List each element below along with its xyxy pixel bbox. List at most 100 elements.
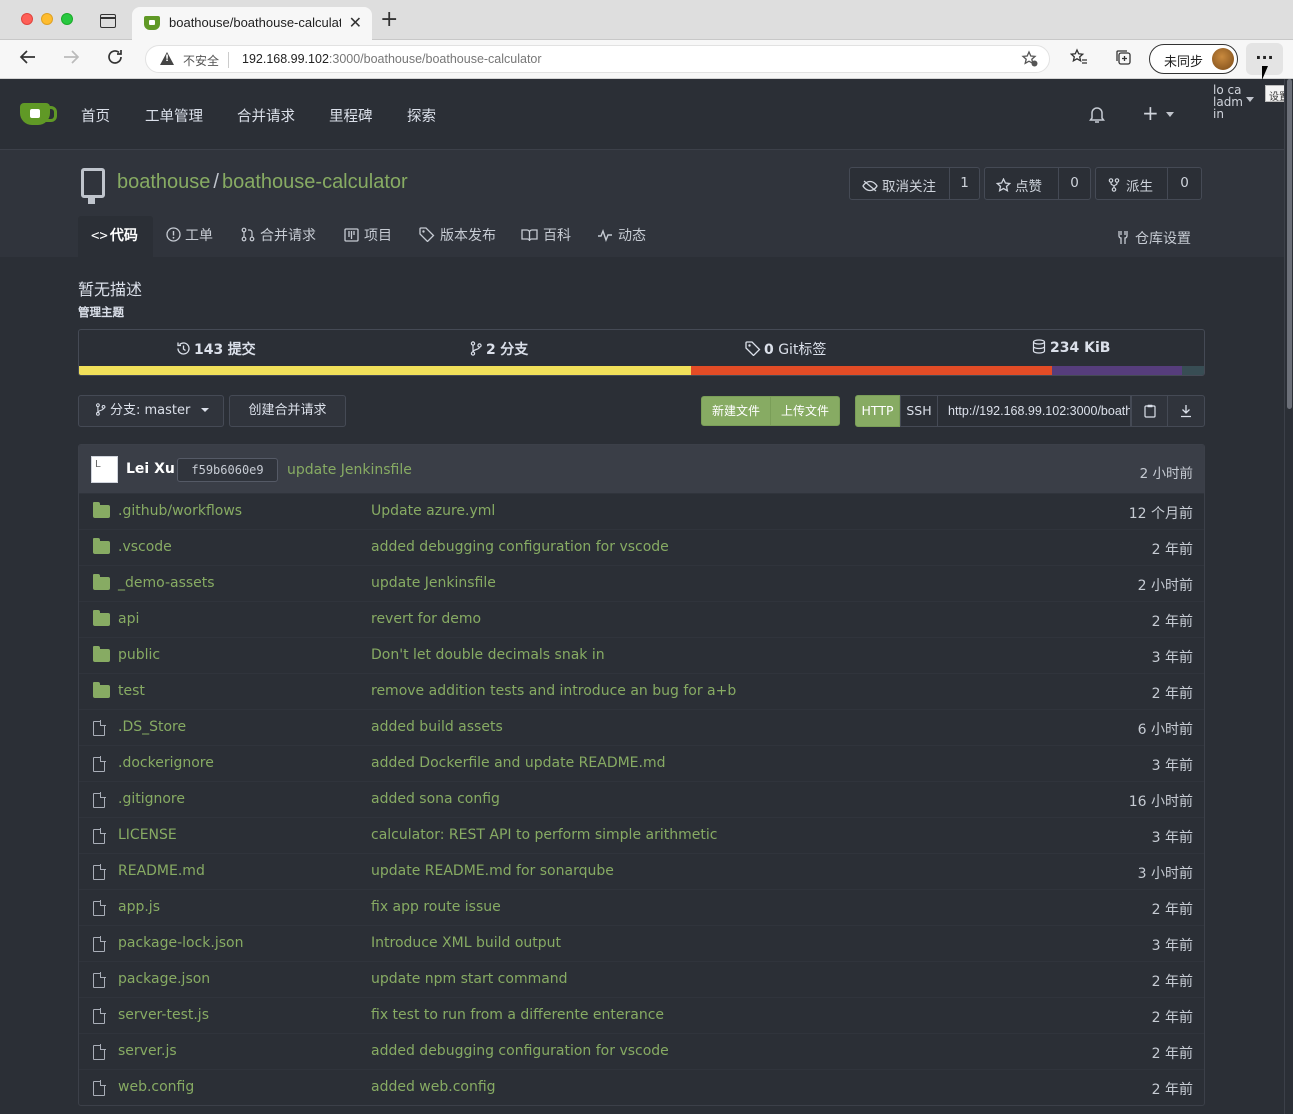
table-row[interactable]: package-lock.json Introduce XML build out…	[79, 925, 1204, 961]
file-commit-message-link[interactable]: fix test to run from a differente entera…	[371, 1007, 664, 1023]
table-row[interactable]: web.config added web.config 2 年前	[79, 1069, 1204, 1105]
commit-author-avatar[interactable]: L	[91, 456, 118, 483]
tab-projects[interactable]: 项目	[344, 216, 392, 257]
tab-code[interactable]: <> 代码	[78, 216, 153, 257]
url-text[interactable]: 192.168.99.102:3000/boathouse/boathouse-…	[242, 52, 542, 66]
file-name-link[interactable]: package-lock.json	[118, 935, 244, 951]
file-name-link[interactable]: test	[118, 683, 145, 699]
nav-pulls[interactable]: 合并请求	[237, 105, 295, 126]
reload-icon[interactable]	[106, 48, 124, 71]
address-bar[interactable]: 不安全 192.168.99.102:3000/boathouse/boatho…	[145, 45, 1050, 73]
table-row[interactable]: .gitignore added sona config 16 小时前	[79, 781, 1204, 817]
tab-releases[interactable]: 版本发布	[419, 216, 496, 257]
clone-http-button[interactable]: HTTP	[855, 395, 900, 427]
file-name-link[interactable]: .vscode	[118, 539, 172, 555]
scrollbar-thumb[interactable]	[1287, 79, 1292, 409]
star-count[interactable]: 0	[1058, 168, 1090, 199]
commits-stat[interactable]: 143 提交	[176, 339, 256, 359]
nav-home[interactable]: 首页	[81, 105, 110, 126]
file-commit-message-link[interactable]: added web.config	[371, 1079, 496, 1095]
file-commit-message-link[interactable]: added debugging configuration for vscode	[371, 1043, 669, 1059]
create-pull-request-button[interactable]: 创建合并请求	[229, 395, 346, 427]
file-name-link[interactable]: public	[118, 647, 160, 663]
nav-milestones[interactable]: 里程碑	[329, 105, 373, 126]
collections-icon[interactable]	[1114, 48, 1132, 71]
table-row[interactable]: public Don't let double decimals snak in 3…	[79, 637, 1204, 673]
file-name-link[interactable]: .github/workflows	[118, 503, 242, 519]
tab-actions-icon[interactable]	[100, 14, 116, 28]
table-row[interactable]: test remove addition tests and introduce …	[79, 673, 1204, 709]
file-name-link[interactable]: api	[118, 611, 139, 627]
table-row[interactable]: server.js added debugging configuration f…	[79, 1033, 1204, 1069]
file-name-link[interactable]: _demo-assets	[118, 575, 215, 591]
commit-author[interactable]: Lei Xu	[126, 461, 175, 477]
tab-pulls[interactable]: 合并请求	[241, 216, 316, 257]
file-commit-message-link[interactable]: calculator: REST API to perform simple a…	[371, 827, 717, 843]
tab-issues[interactable]: 工单	[166, 216, 213, 257]
table-row[interactable]: api revert for demo 2 年前	[79, 601, 1204, 637]
upload-file-button[interactable]: 上传文件	[770, 396, 840, 426]
profile-sync-button[interactable]: 未同步	[1149, 44, 1238, 74]
create-plus-icon[interactable]: +	[1142, 101, 1159, 125]
repo-owner-link[interactable]: boathouse	[117, 171, 210, 193]
favorites-icon[interactable]	[1069, 48, 1088, 71]
tab-settings[interactable]: 仓库设置	[1116, 228, 1191, 248]
tab-activity[interactable]: 动态	[597, 216, 646, 257]
table-row[interactable]: .vscode added debugging configuration for…	[79, 529, 1204, 565]
notification-bell-icon[interactable]	[1088, 104, 1106, 124]
file-name-link[interactable]: LICENSE	[118, 827, 177, 843]
user-menu-chevron-icon[interactable]	[1246, 97, 1254, 102]
close-window-button[interactable]	[21, 13, 33, 25]
tab-wiki[interactable]: 百科	[521, 216, 571, 257]
clone-url-input[interactable]	[937, 395, 1131, 427]
tags-stat[interactable]: 0 Git标签	[745, 339, 826, 359]
file-name-link[interactable]: .dockerignore	[118, 755, 214, 771]
download-button[interactable]	[1167, 395, 1205, 427]
file-commit-message-link[interactable]: update npm start command	[371, 971, 568, 987]
language-bar[interactable]	[79, 366, 1204, 375]
file-commit-message-link[interactable]: Update azure.yml	[371, 503, 495, 519]
forward-icon[interactable]	[62, 48, 80, 71]
file-name-link[interactable]: README.md	[118, 863, 205, 879]
fork-count[interactable]: 0	[1167, 168, 1201, 199]
new-file-button[interactable]: 新建文件	[701, 396, 771, 426]
nav-issues[interactable]: 工单管理	[145, 105, 203, 126]
file-name-link[interactable]: server.js	[118, 1043, 177, 1059]
chevron-down-icon[interactable]	[1166, 112, 1174, 117]
unwatch-button[interactable]: 取消关注 1	[849, 167, 980, 200]
table-row[interactable]: _demo-assets update Jenkinsfile 2 小时前	[79, 565, 1204, 601]
file-commit-message-link[interactable]: update README.md for sonarqube	[371, 863, 614, 879]
file-commit-message-link[interactable]: added sona config	[371, 791, 500, 807]
table-row[interactable]: .github/workflows Update azure.yml 12 个月前	[79, 493, 1204, 529]
file-commit-message-link[interactable]: added debugging configuration for vscode	[371, 539, 669, 555]
back-icon[interactable]	[19, 48, 37, 71]
file-name-link[interactable]: server-test.js	[118, 1007, 209, 1023]
watch-count[interactable]: 1	[949, 168, 979, 199]
table-row[interactable]: .dockerignore added Dockerfile and update…	[79, 745, 1204, 781]
commit-message[interactable]: update Jenkinsfile	[287, 462, 412, 478]
nav-explore[interactable]: 探索	[407, 105, 436, 126]
file-commit-message-link[interactable]: revert for demo	[371, 611, 481, 627]
branch-dropdown[interactable]: 分支: master	[78, 395, 224, 427]
gitea-logo-icon[interactable]	[20, 103, 57, 125]
table-row[interactable]: package.json update npm start command 2 年前	[79, 961, 1204, 997]
repo-name-link[interactable]: boathouse-calculator	[222, 171, 408, 193]
file-commit-message-link[interactable]: Don't let double decimals snak in	[371, 647, 605, 663]
star-button[interactable]: 点赞 0	[984, 167, 1091, 200]
browser-tab[interactable]: boathouse/boathouse-calculator ✕	[132, 7, 372, 40]
user-avatar[interactable]: lo caladmin	[1213, 84, 1243, 120]
branches-stat[interactable]: 2 分支	[470, 339, 528, 359]
file-commit-message-link[interactable]: added build assets	[371, 719, 503, 735]
commit-sha[interactable]: f59b6060e9	[177, 458, 278, 482]
file-commit-message-link[interactable]: Introduce XML build output	[371, 935, 561, 951]
table-row[interactable]: app.js fix app route issue 2 年前	[79, 889, 1204, 925]
new-tab-icon[interactable]: +	[380, 9, 398, 31]
file-commit-message-link[interactable]: update Jenkinsfile	[371, 575, 496, 591]
file-name-link[interactable]: package.json	[118, 971, 210, 987]
file-name-link[interactable]: app.js	[118, 899, 160, 915]
maximize-window-button[interactable]	[61, 13, 73, 25]
table-row[interactable]: LICENSE calculator: REST API to perform s…	[79, 817, 1204, 853]
file-name-link[interactable]: .DS_Store	[118, 719, 186, 735]
copy-url-button[interactable]	[1131, 395, 1168, 427]
file-commit-message-link[interactable]: fix app route issue	[371, 899, 501, 915]
